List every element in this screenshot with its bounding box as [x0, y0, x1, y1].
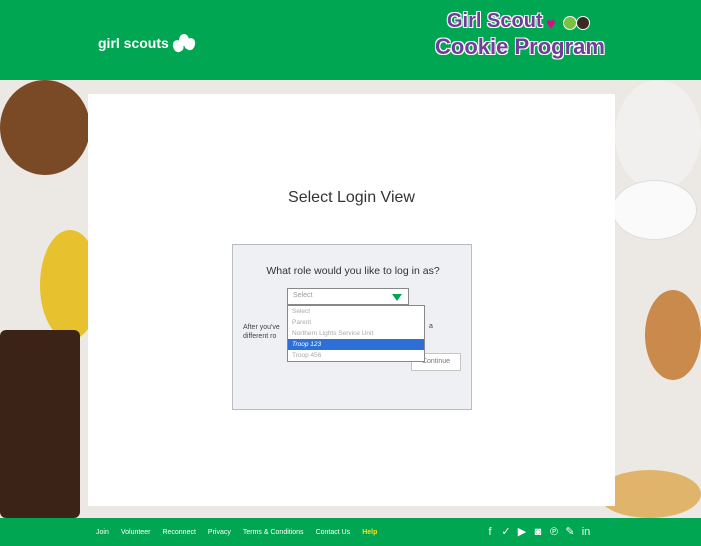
cream-spoon-image	[612, 180, 697, 240]
footer-link-join[interactable]: Join	[96, 529, 109, 536]
role-options-dropdown: Select Parent Northern Lights Service Un…	[287, 305, 425, 362]
footer-link-privacy[interactable]: Privacy	[208, 529, 231, 536]
login-card: Select Login View What role would you li…	[88, 94, 615, 506]
chevron-down-icon[interactable]	[392, 294, 402, 301]
role-option-select[interactable]: Select	[288, 306, 424, 317]
heart-icon: ♥	[546, 16, 556, 33]
role-select-value: Select	[293, 292, 313, 299]
footer-link-contact[interactable]: Contact Us	[316, 529, 351, 536]
cookie-program-logo[interactable]: Girl Scout ♥ Cookie Program	[433, 8, 613, 68]
role-hint: After you've different ro	[243, 324, 280, 340]
footer-link-volunteer[interactable]: Volunteer	[121, 529, 151, 536]
girl-scouts-logo[interactable]: girl scouts	[98, 32, 197, 54]
cookie-program-logo-line1: Girl Scout	[447, 10, 543, 32]
pinterest-icon[interactable]: ℗	[546, 524, 562, 540]
twitter-icon[interactable]: ✓	[498, 524, 514, 540]
sugar-bowl-image	[615, 80, 701, 190]
footer-link-terms[interactable]: Terms & Conditions	[243, 529, 304, 536]
social-links: f ✓ ▶ ◙ ℗ ✎ in	[482, 524, 594, 540]
role-select[interactable]: Select	[287, 288, 409, 305]
role-option-service-unit[interactable]: Northern Lights Service Unit	[288, 328, 424, 339]
role-hint-tail: a	[429, 323, 433, 330]
facebook-icon[interactable]: f	[482, 524, 498, 540]
trefoil-icon	[170, 32, 197, 54]
shortbread-cookie-image	[645, 290, 701, 380]
blog-icon[interactable]: ✎	[562, 524, 578, 540]
girl-scouts-logo-text: girl scouts	[98, 35, 169, 51]
linkedin-icon[interactable]: in	[578, 524, 594, 540]
footer-link-help[interactable]: Help	[362, 529, 377, 536]
samoas-cookie-image	[0, 80, 90, 175]
role-option-troop-456[interactable]: Troop 456	[288, 350, 424, 361]
site-footer: Join Volunteer Reconnect Privacy Terms &…	[0, 518, 701, 546]
footer-link-reconnect[interactable]: Reconnect	[162, 529, 195, 536]
role-option-troop-123[interactable]: Troop 123	[288, 339, 424, 350]
brown-cookie-icon	[576, 16, 590, 30]
instagram-icon[interactable]: ◙	[530, 524, 546, 540]
site-header: girl scouts Girl Scout ♥ Cookie Program	[0, 0, 701, 80]
footer-nav: Join Volunteer Reconnect Privacy Terms &…	[96, 518, 389, 546]
role-panel: What role would you like to log in as? A…	[232, 244, 472, 410]
chocolate-image	[0, 330, 80, 518]
cookie-program-logo-line2: Cookie Program	[435, 34, 605, 59]
page-title: Select Login View	[288, 189, 415, 206]
green-cookie-icon	[563, 16, 577, 30]
youtube-icon[interactable]: ▶	[514, 524, 530, 540]
role-option-parent[interactable]: Parent	[288, 317, 424, 328]
role-question: What role would you like to log in as?	[266, 265, 440, 277]
